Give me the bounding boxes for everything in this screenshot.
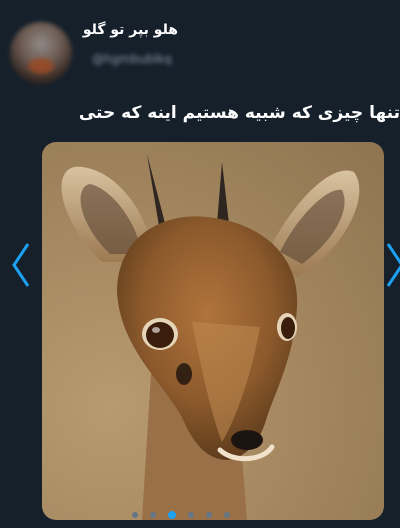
display-name[interactable]: هلو بپر تو گلو [83,22,178,38]
carousel-dot-active[interactable] [168,511,176,519]
carousel-dot[interactable] [188,512,194,518]
user-handle[interactable]: @hgmbublkq [92,52,172,66]
avatar[interactable] [10,22,72,84]
tweet-media-image[interactable] [42,142,384,520]
tweet-body: تنها چیزی که شبیه هستیم اینه که حتی مژه … [80,103,400,123]
carousel-dot[interactable] [224,512,230,518]
carousel-dot[interactable] [132,512,138,518]
tweet-text: تنها چیزی که شبیه هستیم اینه که حتی مژه … [80,100,400,126]
carousel-dot[interactable] [150,512,156,518]
carousel-dot[interactable] [206,512,212,518]
chevron-right-icon[interactable] [384,240,400,290]
dikdik-photo [61,154,360,520]
chevron-left-icon[interactable] [10,240,32,290]
